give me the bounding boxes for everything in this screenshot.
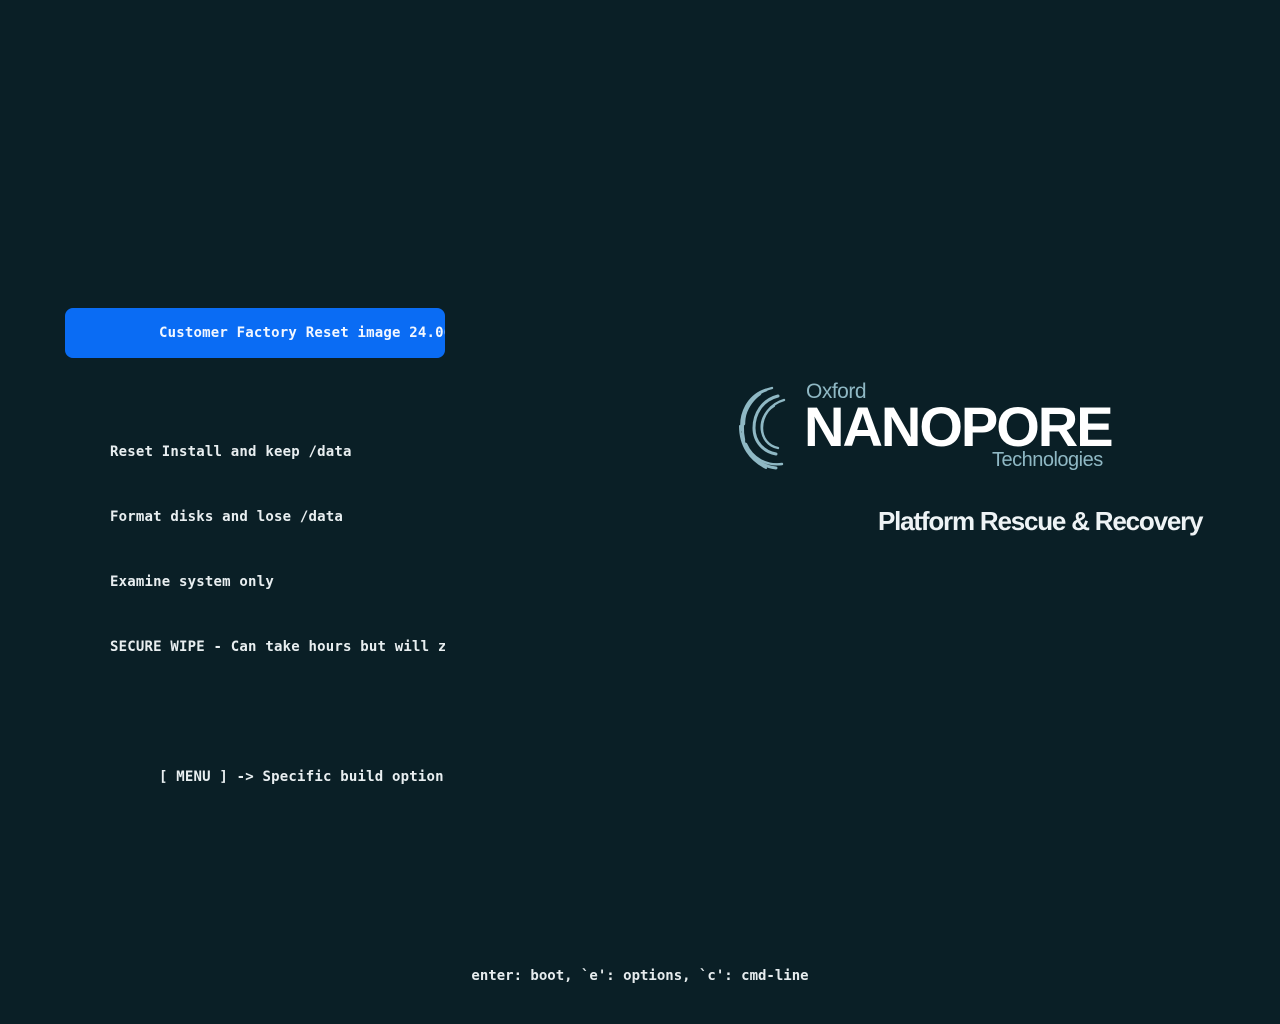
menu-item-examine-system[interactable]: Examine system only: [65, 557, 445, 607]
menu-item-label: Customer Factory Reset image 24.06.: [159, 325, 445, 341]
menu-item-secure-wipe[interactable]: SECURE WIPE - Can take hours but will ze…: [65, 622, 445, 672]
menu-item-build-options-submenu[interactable]: [ MENU ] -> Specific build options -: [65, 752, 445, 802]
swirl-icon: [739, 386, 786, 470]
menu-item-label: SECURE WIPE - Can take hours but will ze…: [110, 639, 445, 655]
logo-technologies-text: Technologies: [992, 449, 1103, 471]
oxford-nanopore-logo: Oxford NANOPORE Technologies: [736, 378, 1116, 478]
menu-item-label: Reset Install and keep /data: [110, 444, 352, 460]
menu-item-reset-keep-data[interactable]: Reset Install and keep /data: [65, 427, 445, 477]
menu-item-format-disks[interactable]: Format disks and lose /data: [65, 492, 445, 542]
menu-item-factory-reset[interactable]: Customer Factory Reset image 24.06.: [65, 308, 445, 358]
keyboard-hint: enter: boot, `e': options, `c': cmd-line: [471, 968, 809, 984]
page-title: Platform Rescue & Recovery: [878, 506, 1203, 536]
menu-item-label: [ MENU ] -> Specific build options -: [159, 769, 445, 785]
menu-item-label: Format disks and lose /data: [110, 509, 343, 525]
menu-item-label: Examine system only: [110, 574, 274, 590]
